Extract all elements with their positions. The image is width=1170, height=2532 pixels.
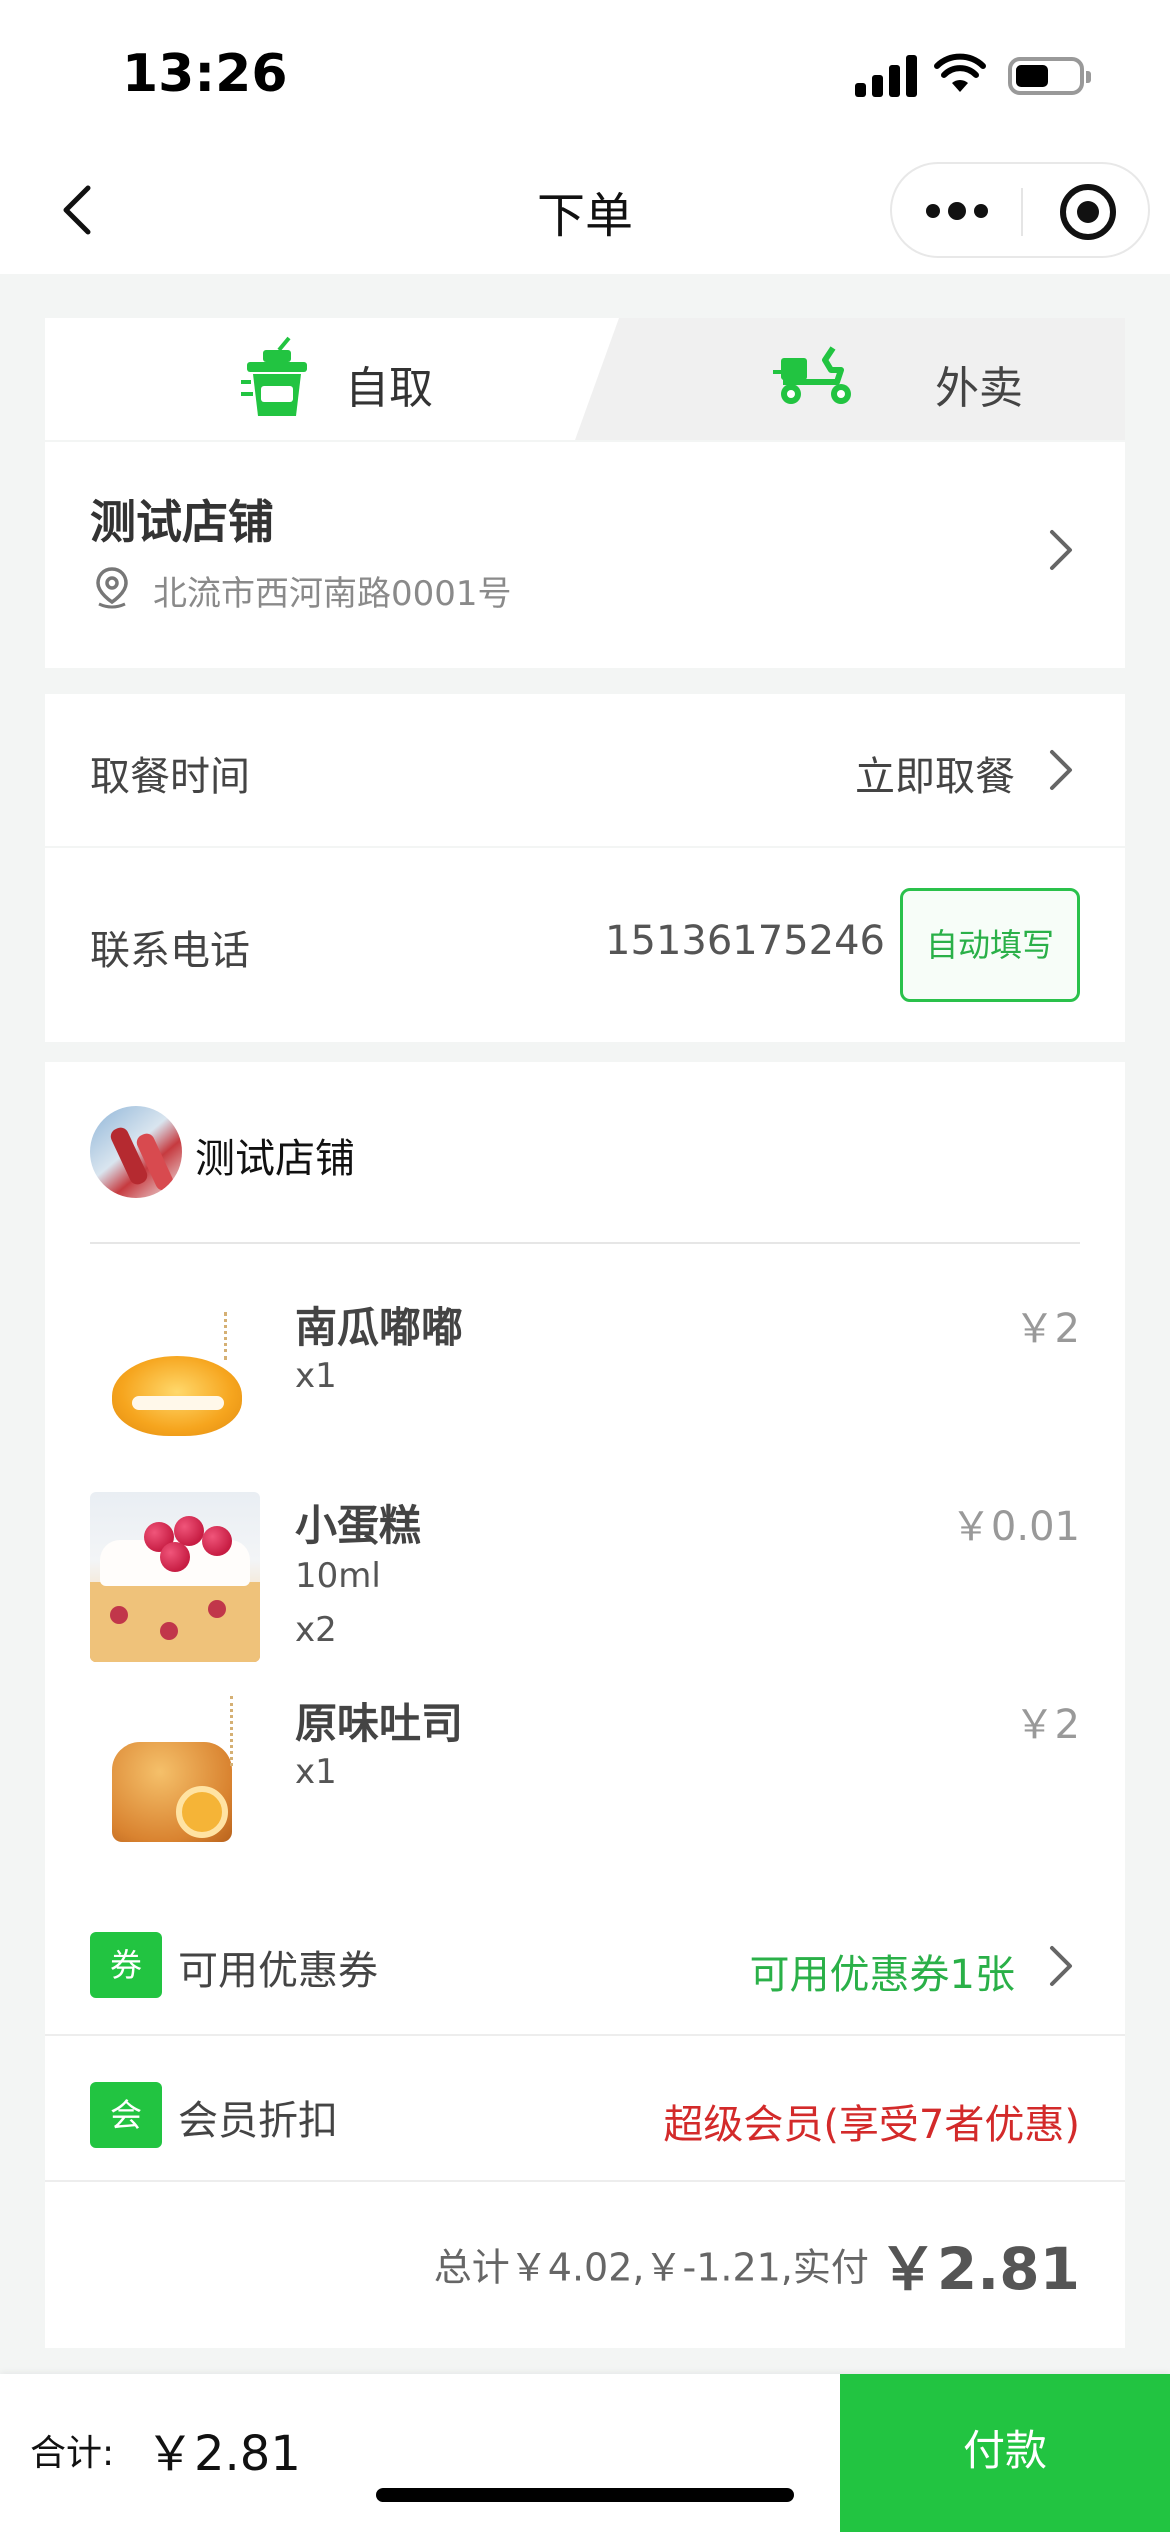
tab-pickup-label: 自取 xyxy=(345,363,433,414)
order-item: 原味吐司 ￥2 x1 xyxy=(90,1690,1080,1870)
divider xyxy=(45,2034,1125,2036)
coupon-badge: 券 xyxy=(90,1932,162,1998)
member-badge: 会 xyxy=(90,2082,162,2148)
contact-phone-label: 联系电话 xyxy=(90,928,250,974)
tab-delivery-label: 外卖 xyxy=(935,363,1023,414)
pickup-time-label: 取餐时间 xyxy=(90,754,250,800)
item-image xyxy=(90,1690,260,1860)
sum-label: 合计: xyxy=(30,2433,115,2474)
battery-icon xyxy=(1008,57,1091,95)
chevron-right-icon xyxy=(1050,750,1072,790)
nav-bar: 下单 xyxy=(0,150,1170,274)
item-name: 原味吐司 xyxy=(295,1699,464,1748)
shop-avatar xyxy=(90,1106,182,1198)
pickup-time-row[interactable]: 取餐时间 立即取餐 xyxy=(45,694,1125,846)
order-item: 南瓜嘟嘟 ￥2 x1 xyxy=(90,1294,1080,1474)
divider xyxy=(45,2180,1125,2182)
item-name: 小蛋糕 xyxy=(295,1501,422,1550)
total-summary: 总计￥4.02,￥-1.21,实付 xyxy=(433,2245,869,2290)
wifi-icon xyxy=(934,53,986,92)
item-image xyxy=(90,1492,260,1662)
order-details: 测试店铺 南瓜嘟嘟 ￥2 x1 小蛋糕 ￥0.01 10ml x2 原味吐司 ￥… xyxy=(45,1062,1125,2348)
pay-button[interactable]: 付款 xyxy=(840,2374,1170,2532)
pickup-time-value: 立即取餐 xyxy=(855,754,1015,800)
order-shop-name: 测试店铺 xyxy=(195,1136,355,1182)
store-name: 测试店铺 xyxy=(90,495,274,549)
signal-icon xyxy=(855,55,917,97)
home-indicator xyxy=(376,2488,794,2502)
item-price: ￥0.01 xyxy=(950,1504,1080,1550)
item-quantity: x2 xyxy=(295,1610,337,1650)
status-time: 13:26 xyxy=(122,44,288,104)
checkout-bar: 合计: ￥2.81 付款 xyxy=(0,2374,1170,2532)
member-discount-row: 会 会员折扣 超级会员(享受7者优惠) xyxy=(45,2072,1125,2182)
item-quantity: x1 xyxy=(295,1356,337,1396)
scooter-icon xyxy=(773,346,851,404)
item-spec: 10ml xyxy=(295,1556,381,1596)
divider xyxy=(90,1242,1080,1244)
member-discount-label: 会员折扣 xyxy=(178,2098,338,2144)
coupon-row[interactable]: 券 可用优惠券 可用优惠券1张 xyxy=(45,1922,1125,2032)
sum-value: ￥2.81 xyxy=(146,2426,301,2482)
item-quantity: x1 xyxy=(295,1752,337,1792)
coupon-label: 可用优惠券 xyxy=(178,1948,378,1994)
status-bar: 13:26 xyxy=(0,0,1170,150)
tab-pickup[interactable]: 自取 xyxy=(45,318,619,440)
cup-icon xyxy=(241,336,307,416)
order-item: 小蛋糕 ￥0.01 10ml x2 xyxy=(90,1492,1080,1692)
item-price: ￥2 xyxy=(1014,1702,1080,1748)
store-selector[interactable]: 测试店铺 北流市西河南路0001号 xyxy=(45,442,1125,668)
member-discount-value: 超级会员(享受7者优惠) xyxy=(663,2102,1080,2148)
close-target-icon[interactable] xyxy=(1060,184,1116,240)
contact-phone-row: 联系电话 15136175246 自动填写 xyxy=(45,848,1125,1042)
item-name: 南瓜嘟嘟 xyxy=(295,1303,464,1352)
chevron-right-icon xyxy=(1050,1946,1072,1986)
order-total: 总计￥4.02,￥-1.21,实付 ￥2.81 xyxy=(434,2222,1080,2306)
tab-delivery[interactable]: 外卖 xyxy=(605,318,1125,440)
store-address: 北流市西河南路0001号 xyxy=(153,574,512,614)
location-icon xyxy=(96,567,128,609)
contact-phone-value[interactable]: 15136175246 xyxy=(605,918,885,964)
mini-program-capsule xyxy=(890,162,1150,258)
order-type-tabs: 自取 外卖 xyxy=(45,318,1125,440)
coupon-value: 可用优惠券1张 xyxy=(749,1952,1015,1998)
total-paid: ￥2.81 xyxy=(878,2235,1080,2303)
more-icon[interactable] xyxy=(926,194,990,230)
autofill-button[interactable]: 自动填写 xyxy=(900,888,1080,1002)
chevron-right-icon xyxy=(1050,530,1072,570)
item-image xyxy=(90,1294,260,1464)
item-price: ￥2 xyxy=(1014,1306,1080,1352)
